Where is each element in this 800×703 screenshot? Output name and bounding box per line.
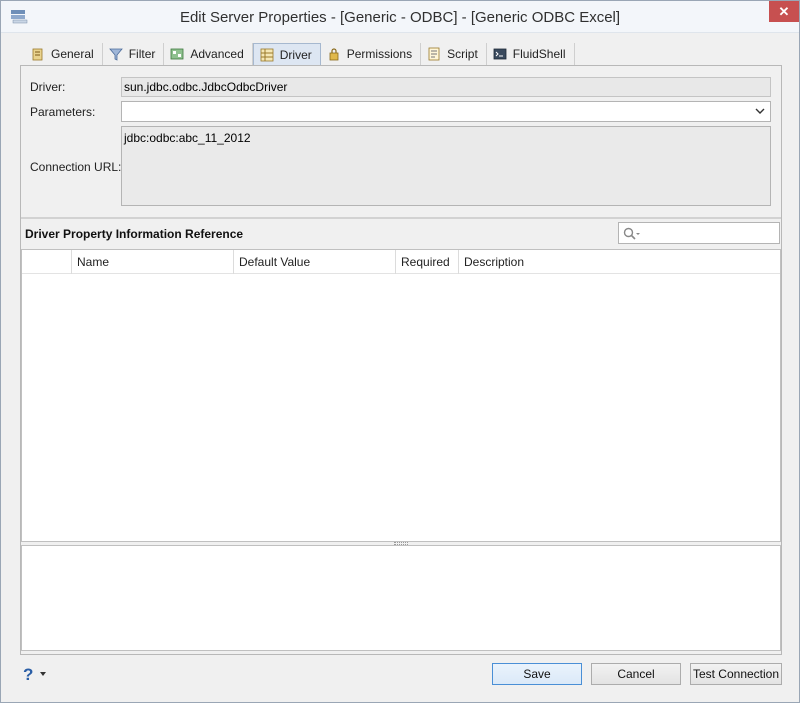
tab-fluidshell[interactable]: FluidShell <box>487 43 575 65</box>
tab-script[interactable]: Script <box>421 43 487 65</box>
search-icon <box>623 227 640 240</box>
details-pane <box>21 545 781 651</box>
column-header-required[interactable]: Required <box>395 250 458 274</box>
dialog-window: Edit Server Properties - [Generic - ODBC… <box>0 0 800 703</box>
driver-field: sun.jdbc.odbc.JdbcOdbcDriver <box>121 77 771 97</box>
general-icon <box>31 47 45 61</box>
connection-url-label: Connection URL: <box>30 160 122 174</box>
reference-table: Name Default Value Required Description <box>21 249 781 542</box>
tab-driver[interactable]: Driver <box>252 43 321 66</box>
tab-label: Filter <box>128 47 156 61</box>
fluidshell-icon <box>493 47 507 61</box>
filter-icon <box>108 47 123 61</box>
column-header-default-value[interactable]: Default Value <box>233 250 395 274</box>
parameters-combo[interactable] <box>121 101 771 122</box>
tab-label: Advanced <box>190 47 244 61</box>
tab-label: Driver <box>279 48 312 62</box>
title-bar: Edit Server Properties - [Generic - ODBC… <box>1 1 799 33</box>
save-button[interactable]: Save <box>492 663 582 685</box>
tab-general[interactable]: General <box>25 43 103 65</box>
column-header-description[interactable]: Description <box>458 250 780 274</box>
driver-icon <box>260 48 274 62</box>
tab-permissions[interactable]: Permissions <box>321 43 422 65</box>
reference-title: Driver Property Information Reference <box>25 227 244 241</box>
tab-advanced[interactable]: Advanced <box>164 43 253 65</box>
driver-label: Driver: <box>30 80 66 94</box>
tab-bar: General Filter Advanced Driver Permissio… <box>25 43 575 66</box>
cancel-button[interactable]: Cancel <box>591 663 681 685</box>
search-input[interactable] <box>618 222 780 244</box>
tab-label: Permissions <box>346 47 413 61</box>
help-dropdown-icon[interactable] <box>40 672 46 676</box>
tab-label: General <box>51 47 94 61</box>
driver-panel: Driver: sun.jdbc.odbc.JdbcOdbcDriver Par… <box>20 65 782 655</box>
window-title: Edit Server Properties - [Generic - ODBC… <box>179 9 621 26</box>
close-button[interactable]: ✕ <box>769 1 799 22</box>
tab-label: FluidShell <box>512 47 566 61</box>
advanced-icon <box>170 47 184 61</box>
column-header-index[interactable] <box>22 250 71 274</box>
chevron-down-icon[interactable] <box>753 104 767 118</box>
connection-url-field[interactable]: jdbc:odbc:abc_11_2012 <box>121 126 771 206</box>
help-button[interactable]: ? <box>23 665 33 685</box>
column-header-name[interactable]: Name <box>71 250 233 274</box>
parameters-label: Parameters: <box>30 105 96 119</box>
test-connection-button[interactable]: Test Connection <box>690 663 782 685</box>
permissions-icon <box>327 47 341 61</box>
script-icon <box>427 47 441 61</box>
tab-label: Script <box>447 47 478 61</box>
tab-filter[interactable]: Filter <box>103 43 165 65</box>
section-divider <box>21 217 781 219</box>
table-header: Name Default Value Required Description <box>22 250 780 274</box>
